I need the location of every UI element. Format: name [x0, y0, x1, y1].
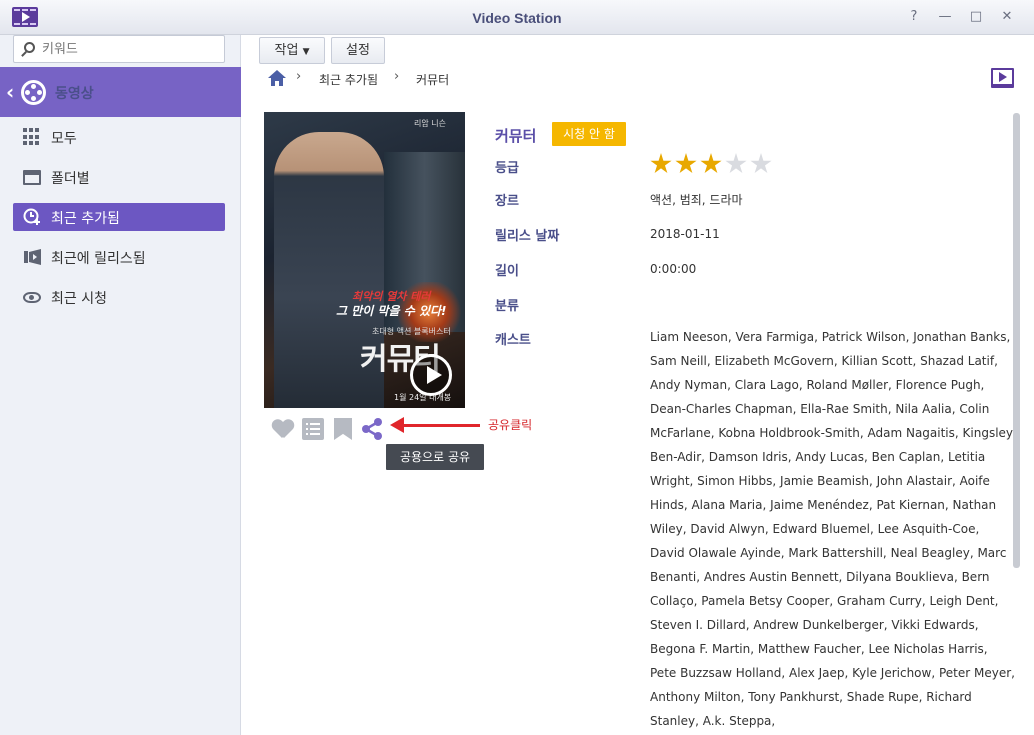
star-icon[interactable] — [650, 153, 672, 174]
movie-title: 커뮤터 — [495, 127, 537, 145]
cast-list: Liam Neeson, Vera Farmiga, Patrick Wilso… — [650, 330, 1015, 728]
rating-stars[interactable] — [650, 153, 775, 177]
back-chevron-icon[interactable]: ‹ — [6, 82, 14, 102]
share-click-annotation: 공유클릭 — [488, 418, 533, 432]
help-icon[interactable]: ? — [906, 9, 922, 25]
grid-icon — [23, 128, 41, 146]
recently-released-icon — [23, 248, 41, 266]
minimize-icon[interactable]: — — [937, 9, 953, 25]
search-icon — [24, 42, 35, 53]
movie-poster[interactable]: 리암 니슨 최악의 열차 테러 그 만이 막을 수 있다! 초대형 액션 블록버… — [264, 112, 465, 408]
star-icon[interactable] — [675, 153, 697, 174]
play-icon[interactable] — [410, 354, 452, 396]
library-label: 동영상 — [55, 86, 94, 102]
maximize-icon[interactable]: □ — [968, 9, 984, 25]
genre-value: 액션, 범죄, 드라마 — [650, 193, 743, 207]
film-reel-icon — [21, 80, 46, 105]
release-date-value: 2018-01-11 — [650, 227, 720, 241]
breadcrumb-separator-icon: › — [296, 69, 302, 84]
sidebar-item-label: 최근에 릴리스됨 — [51, 251, 146, 267]
rating-label: 등급 — [495, 161, 519, 176]
title-bar: Video Station ? — □ ✕ — [0, 0, 1034, 35]
close-icon[interactable]: ✕ — [999, 9, 1015, 25]
scrollbar[interactable] — [1013, 113, 1020, 568]
length-label: 길이 — [495, 264, 519, 279]
eye-icon — [23, 292, 41, 303]
share-tooltip: 공용으로 공유 — [386, 444, 484, 470]
star-icon[interactable] — [700, 153, 722, 174]
sidebar-item-label: 모두 — [51, 131, 77, 147]
sidebar-item-label: 최근 시청 — [51, 291, 107, 307]
library-header[interactable]: ‹ 동영상 — [0, 67, 241, 117]
action-label: 작업 — [274, 43, 299, 58]
window-title: Video Station — [472, 10, 562, 26]
poster-cast-text: 리암 니슨 — [414, 119, 446, 128]
sidebar-item-all[interactable]: 모두 — [13, 123, 225, 151]
sidebar-item-label: 폴더별 — [51, 171, 90, 187]
poster-tagline: 그 만이 막을 수 있다! — [336, 304, 447, 318]
star-icon[interactable] — [750, 153, 772, 174]
breadcrumb-current: 커뮤터 — [416, 73, 450, 87]
sidebar-item-recently-watched[interactable]: 최근 시청 — [13, 283, 225, 311]
sidebar-item-label: 최근 추가됨 — [51, 211, 120, 227]
share-icon[interactable] — [361, 418, 383, 440]
breadcrumb-separator-icon: › — [394, 69, 400, 84]
length-value: 0:00:00 — [650, 262, 697, 276]
caret-down-icon: ▼ — [302, 47, 310, 57]
sidebar-item-recently-added[interactable]: 최근 추가됨 — [13, 203, 225, 231]
home-icon[interactable] — [268, 70, 286, 86]
sidebar-item-by-folder[interactable]: 폴더별 — [13, 163, 225, 191]
settings-button[interactable]: 설정 — [331, 37, 385, 64]
search-input[interactable] — [42, 40, 217, 58]
video-player-icon[interactable] — [991, 68, 1014, 88]
classification-label: 분류 — [495, 299, 519, 314]
genre-label: 장르 — [495, 194, 519, 209]
recently-added-icon — [23, 208, 41, 226]
star-icon[interactable] — [725, 153, 747, 174]
breadcrumb-recently-added[interactable]: 최근 추가됨 — [319, 71, 378, 88]
action-dropdown-button[interactable]: 작업 ▼ — [259, 37, 325, 64]
favorite-heart-icon[interactable] — [272, 418, 294, 440]
search-box[interactable] — [13, 35, 225, 63]
watch-status-badge[interactable]: 시청 안 함 — [552, 122, 626, 146]
cast-label: 캐스트 — [495, 333, 531, 348]
red-arrow-line — [400, 424, 480, 427]
release-date-label: 릴리스 날짜 — [495, 229, 560, 244]
playlist-icon[interactable] — [302, 418, 324, 440]
folder-icon — [23, 170, 41, 185]
bookmark-icon[interactable] — [334, 418, 352, 440]
sidebar-item-recently-released[interactable]: 최근에 릴리스됨 — [13, 243, 225, 271]
